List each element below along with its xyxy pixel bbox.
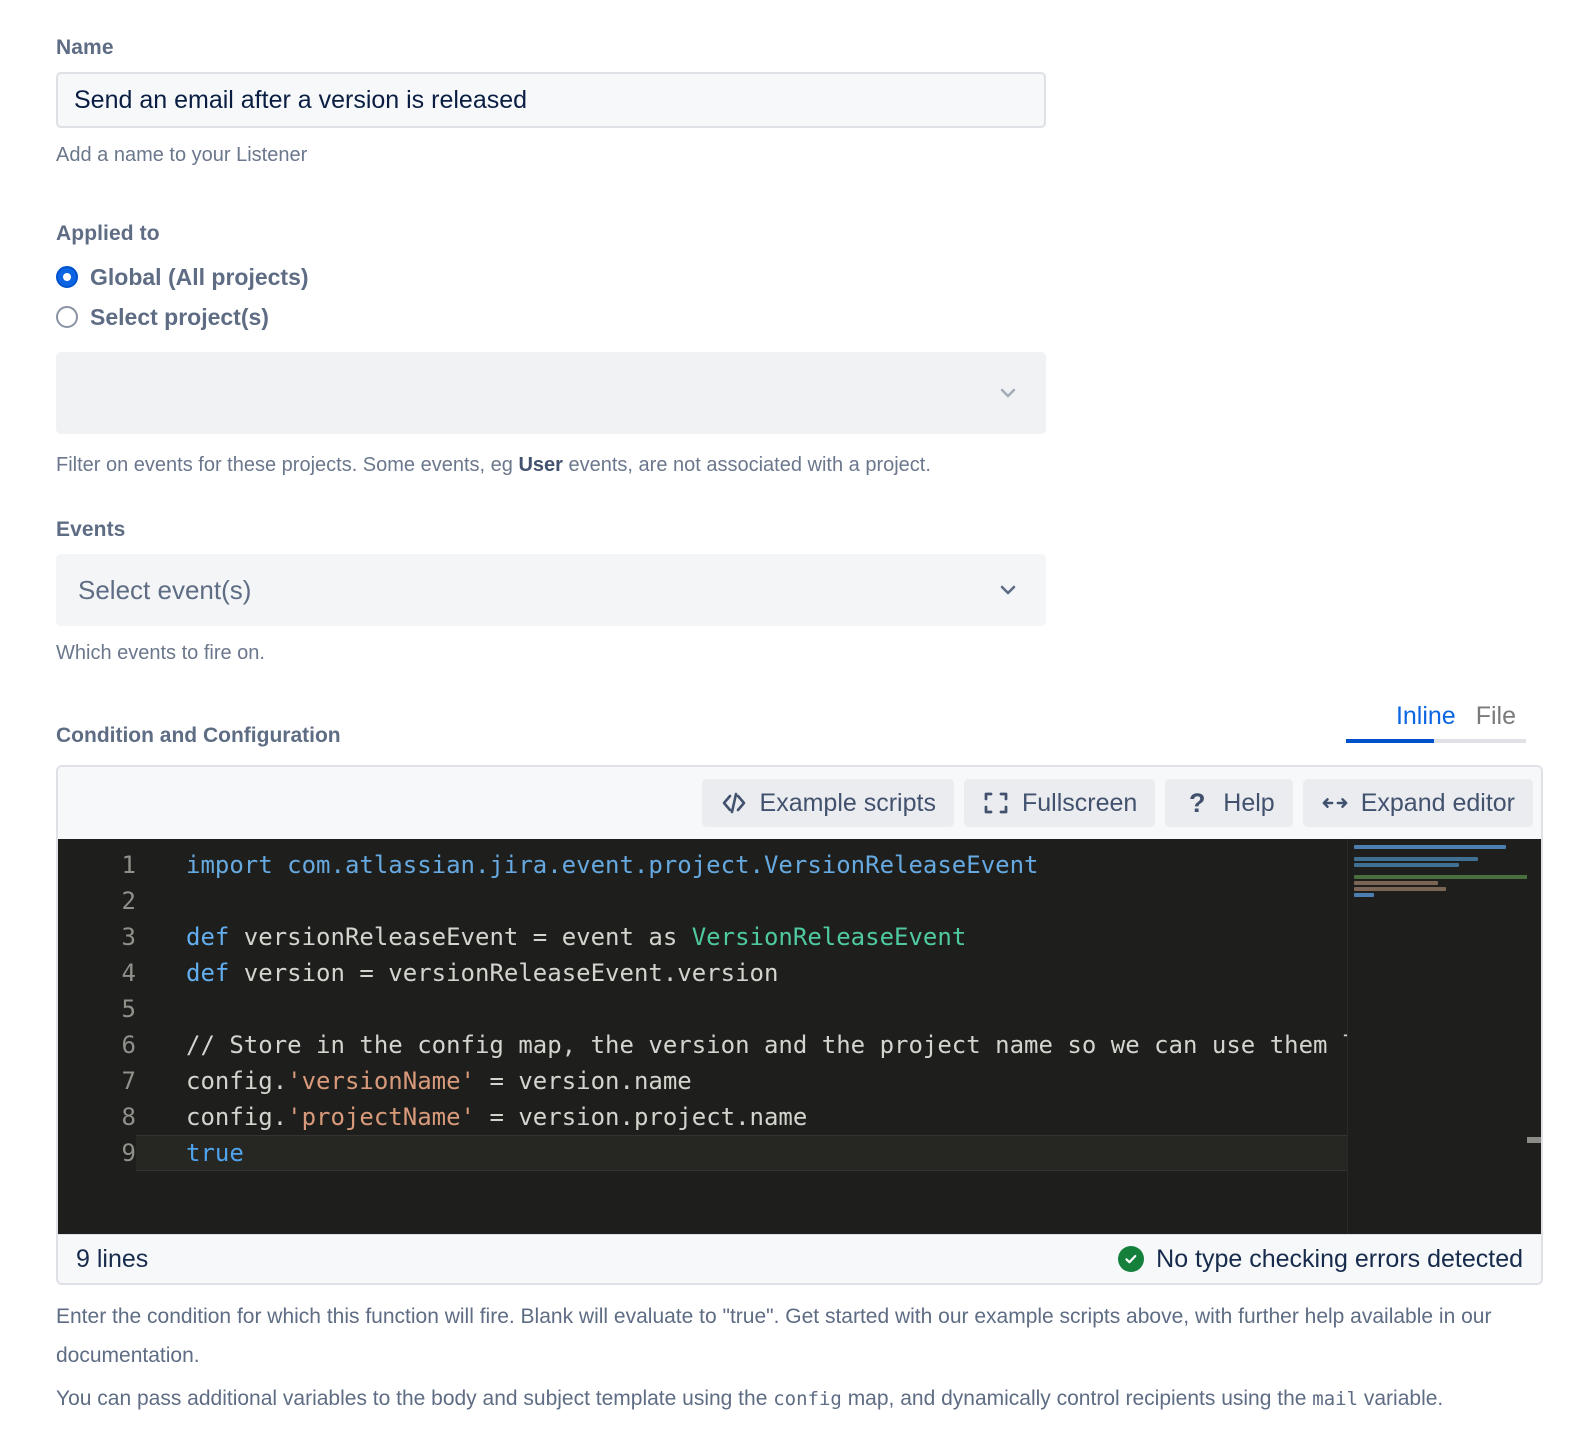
fullscreen-icon (982, 789, 1010, 817)
tab-underline-active (1346, 739, 1434, 743)
radio-label-select-projects: Select project(s) (90, 303, 269, 330)
line-content-text: true (186, 1139, 244, 1167)
events-help-text: Which events to fire on. (56, 642, 265, 664)
code-line: 5 (58, 991, 1541, 1027)
scrollbar-thumb[interactable] (1527, 1137, 1541, 1143)
line-content: config.'projectName' = version.project.n… (186, 1103, 808, 1131)
tab-file[interactable]: File (1466, 702, 1526, 743)
tab-inline[interactable]: Inline (1386, 702, 1466, 743)
minimap-line (1354, 887, 1446, 891)
chevron-down-icon (998, 580, 1018, 600)
code-brackets-icon (720, 789, 748, 817)
applied-to-label: Applied to (56, 222, 160, 245)
footer-p2-c: variable. (1358, 1387, 1444, 1410)
code-line: 1 import com.atlassian.jira.event.projec… (58, 847, 1541, 883)
line-content: import com.atlassian.jira.event.project.… (186, 851, 1039, 879)
line-number: 3 (121, 923, 136, 951)
radio-global-all-projects[interactable]: Global (All projects) (56, 260, 1156, 294)
footer-code-config: config (773, 1388, 842, 1410)
code-editor-panel: Example scripts Fullscreen ? Help Expand… (56, 765, 1543, 1285)
radio-indicator-select-projects[interactable] (56, 306, 78, 328)
listener-config-form: Name Send an email after a version is re… (0, 0, 1582, 1446)
line-content: def versionReleaseEvent = event as Versi… (186, 923, 967, 951)
line-count-status: 9 lines (76, 1244, 149, 1273)
line-number: 4 (121, 959, 136, 987)
help-label: Help (1223, 788, 1275, 817)
line-number: 5 (121, 995, 136, 1023)
line-content: def version = versionReleaseEvent.versio… (186, 959, 779, 987)
radio-label-global: Global (All projects) (90, 263, 309, 290)
name-label: Name (56, 36, 114, 59)
radio-select-projects[interactable]: Select project(s) (56, 300, 1156, 334)
line-number: 1 (121, 851, 136, 879)
condition-title: Condition and Configuration (56, 724, 341, 747)
line-content: true (136, 1135, 244, 1171)
footer-paragraph-2: You can pass additional variables to the… (56, 1379, 1536, 1419)
line-number: 8 (121, 1103, 136, 1131)
fullscreen-label: Fullscreen (1021, 788, 1138, 817)
minimap-line (1354, 845, 1506, 849)
code-line: 3 def versionReleaseEvent = event as Ver… (58, 919, 1541, 955)
line-number: 6 (121, 1031, 136, 1059)
name-field-group: Name Send an email after a version is re… (56, 36, 1046, 167)
name-help-text: Add a name to your Listener (56, 144, 308, 166)
line-content (136, 883, 186, 919)
project-select[interactable] (56, 352, 1046, 434)
editor-vertical-scrollbar[interactable] (1527, 839, 1541, 1234)
code-line: 8 config.'projectName' = version.project… (58, 1099, 1541, 1135)
line-content (136, 991, 186, 1027)
events-group: Events Select event(s) Which events to f… (56, 518, 1156, 665)
footer-p2-b: map, and dynamically control recipients … (841, 1387, 1313, 1410)
footer-code-mail: mail (1312, 1388, 1359, 1410)
minimap-line (1354, 881, 1438, 885)
line-number: 7 (121, 1067, 136, 1095)
condition-header: Condition and Configuration Inline File (56, 702, 1526, 762)
type-check-status: No type checking errors detected (1118, 1245, 1523, 1274)
code-lines: 1 import com.atlassian.jira.event.projec… (58, 847, 1541, 1171)
minimap-line (1354, 863, 1459, 867)
code-line-active: 9 true (58, 1135, 1541, 1171)
applied-help-bold: User (518, 454, 563, 476)
footer-p2-a: You can pass additional variables to the… (56, 1387, 774, 1410)
expand-arrows-icon (1321, 789, 1349, 817)
editor-toolbar: Example scripts Fullscreen ? Help Expand… (58, 767, 1541, 839)
applied-help-pre: Filter on events for these projects. Som… (56, 454, 519, 476)
question-mark-icon: ? (1189, 787, 1206, 818)
radio-indicator-global[interactable] (56, 266, 78, 288)
applied-to-group: Applied to Global (All projects) Select … (56, 222, 1156, 477)
fullscreen-button[interactable]: Fullscreen (963, 779, 1156, 827)
minimap-line (1354, 875, 1527, 879)
editor-status-bar: 9 lines No type checking errors detected (58, 1234, 1541, 1283)
example-scripts-button[interactable]: Example scripts (701, 779, 954, 827)
code-line: 4 def version = versionReleaseEvent.vers… (58, 955, 1541, 991)
editor-footer-help: Enter the condition for which this funct… (56, 1297, 1536, 1419)
expand-editor-label: Expand editor (1360, 788, 1515, 817)
chevron-down-icon (998, 383, 1018, 403)
expand-editor-button[interactable]: Expand editor (1302, 779, 1533, 827)
line-content: config.'versionName' = version.name (186, 1067, 692, 1095)
type-check-status-label: No type checking errors detected (1156, 1244, 1523, 1273)
minimap-line (1354, 857, 1478, 861)
code-line: 2 (58, 883, 1541, 919)
code-editor-surface[interactable]: 1 import com.atlassian.jira.event.projec… (58, 839, 1541, 1234)
help-button[interactable]: ? Help (1165, 779, 1293, 827)
example-scripts-label: Example scripts (759, 788, 936, 817)
events-select[interactable]: Select event(s) (56, 554, 1046, 626)
tab-underline (1346, 739, 1526, 743)
code-line: 7 config.'versionName' = version.name (58, 1063, 1541, 1099)
applied-to-help-text: Filter on events for these projects. Som… (56, 454, 1156, 477)
line-content: // Store in the config map, the version … (186, 1031, 1415, 1059)
editor-source-tabs: Inline File (1346, 702, 1526, 743)
minimap-line (1354, 893, 1374, 897)
check-circle-icon (1118, 1246, 1145, 1272)
line-number: 2 (121, 887, 136, 915)
name-input[interactable]: Send an email after a version is release… (56, 72, 1046, 128)
applied-help-post: events, are not associated with a projec… (562, 454, 931, 476)
events-label: Events (56, 518, 126, 541)
footer-paragraph-1: Enter the condition for which this funct… (56, 1305, 1492, 1367)
line-number: 9 (58, 1135, 136, 1171)
events-select-placeholder: Select event(s) (78, 574, 252, 605)
editor-minimap[interactable] (1347, 839, 1527, 1234)
code-line: 6 // Store in the config map, the versio… (58, 1027, 1541, 1063)
